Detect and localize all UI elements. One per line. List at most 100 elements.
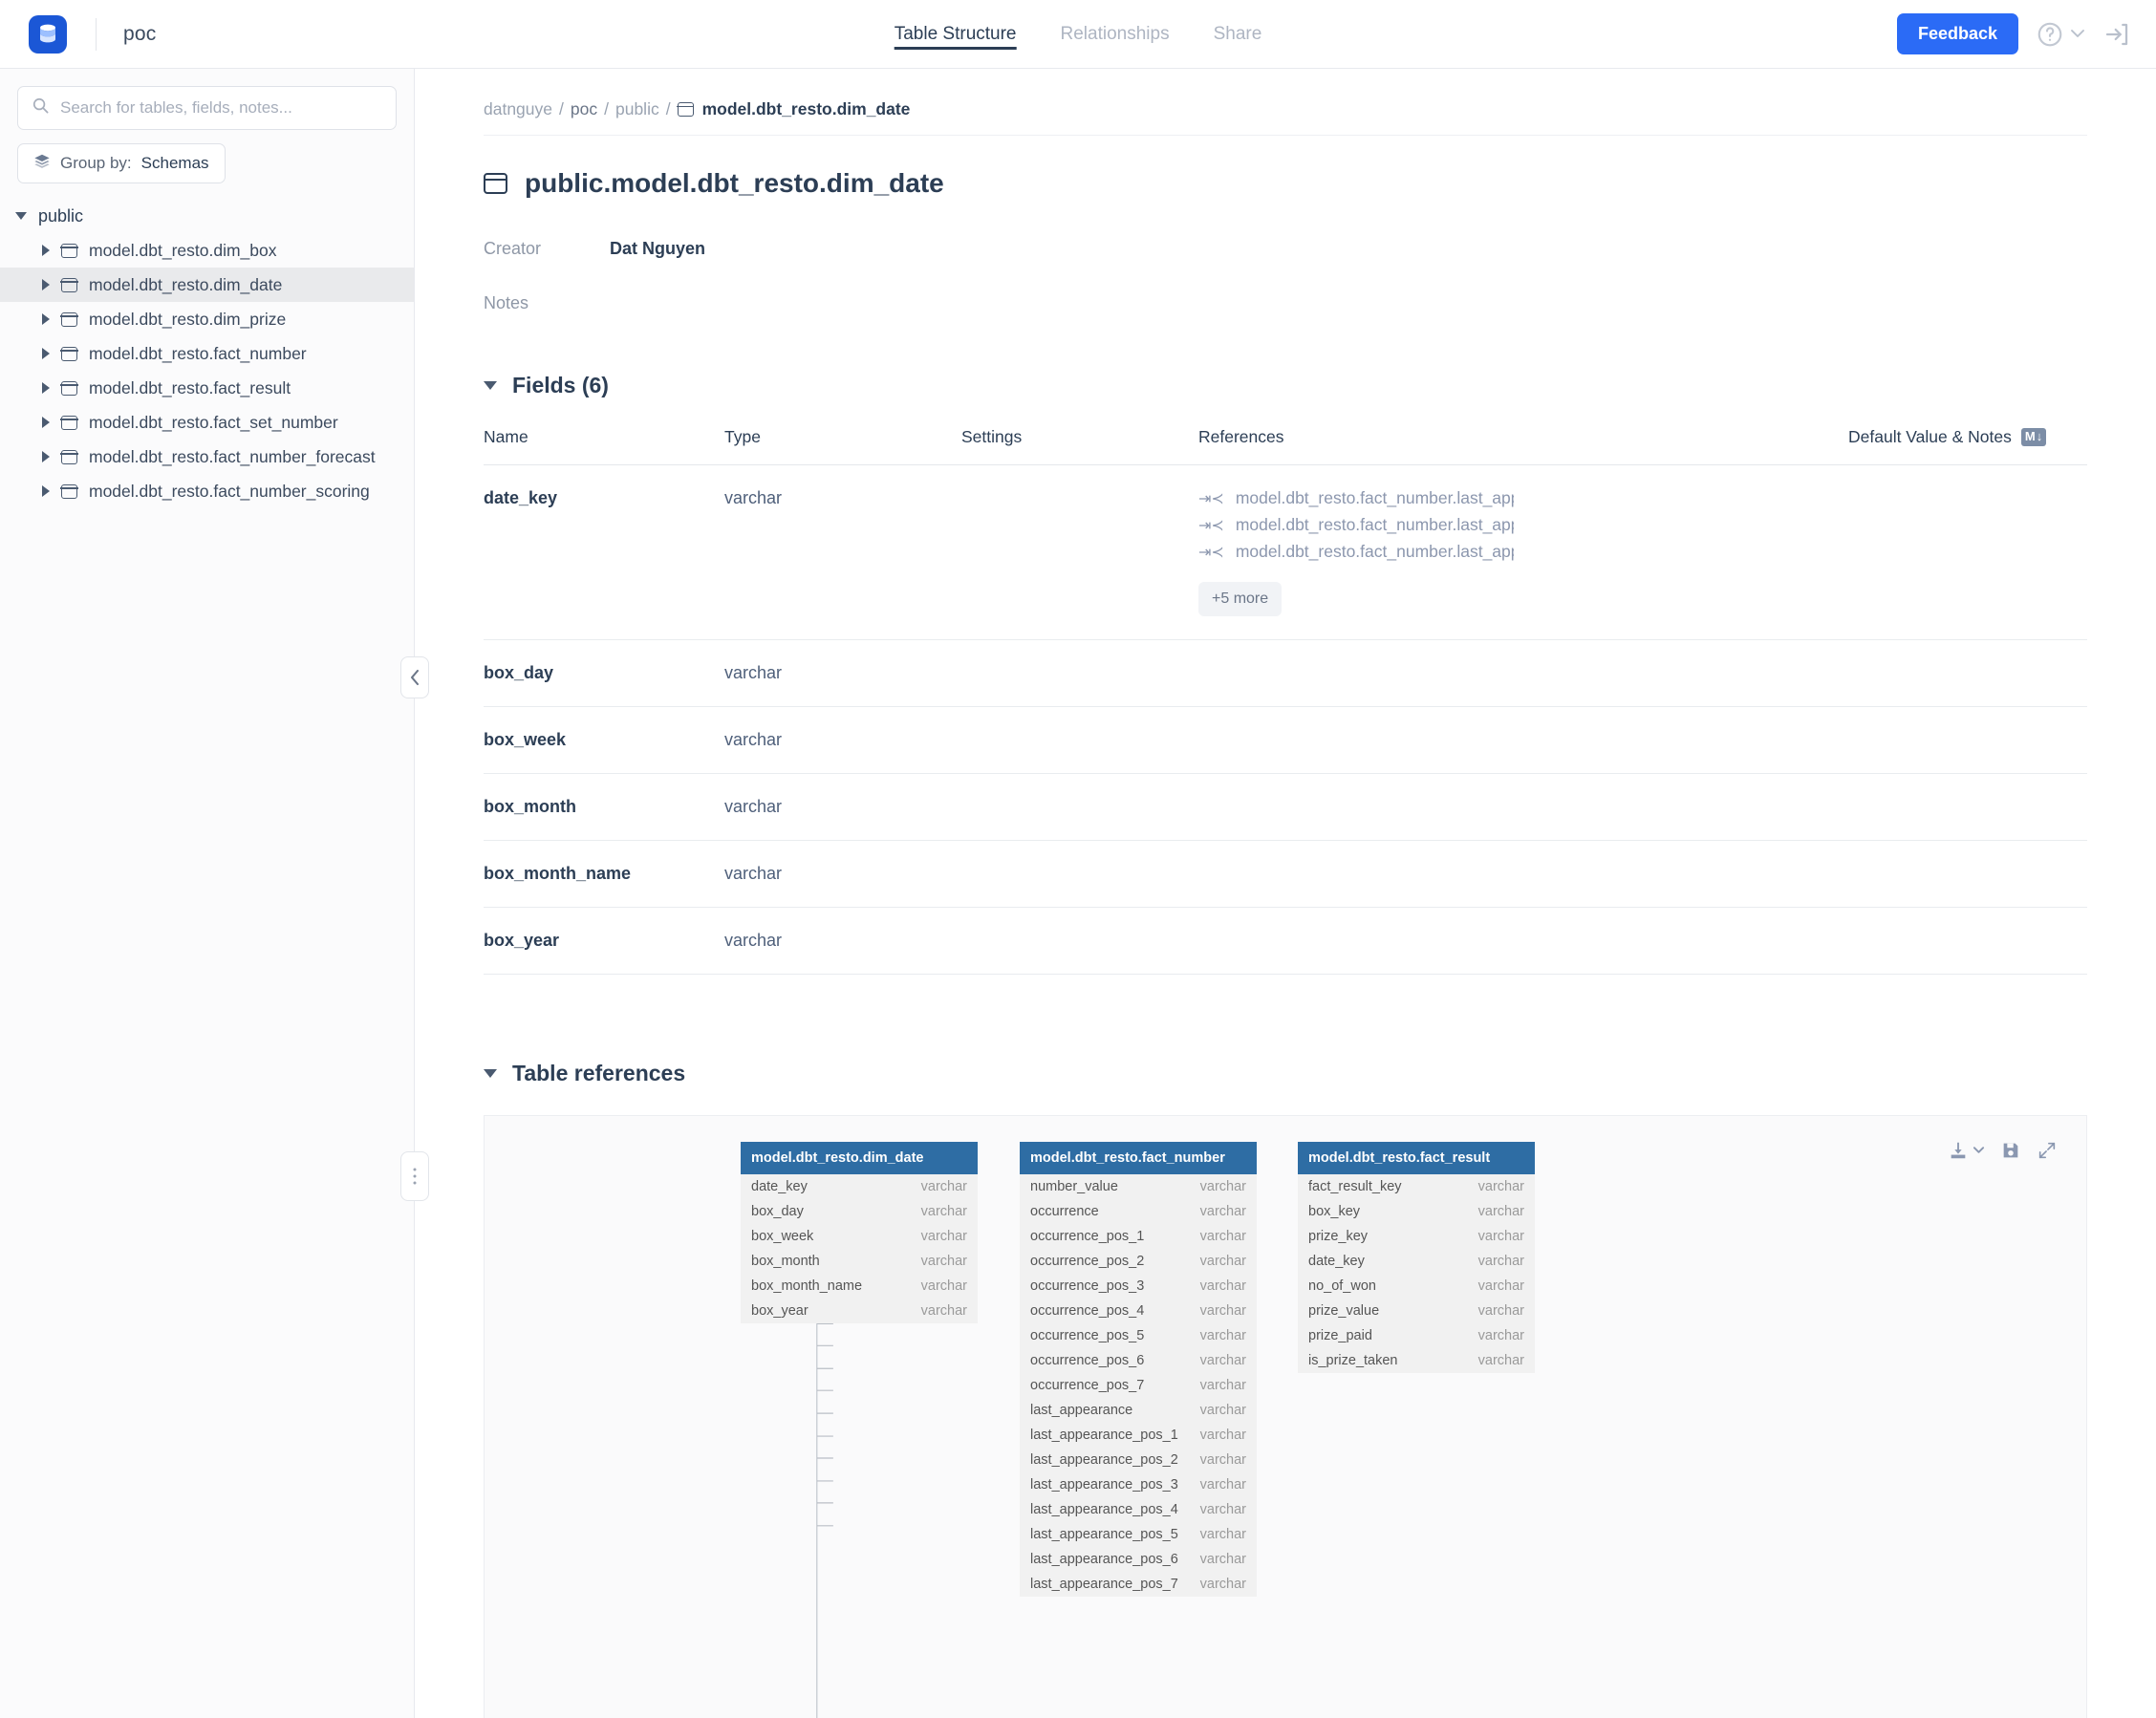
database-icon[interactable]	[29, 15, 67, 54]
reference-label: model.dbt_resto.fact_number.last_appeara…	[1236, 488, 1514, 508]
tree-schema-public[interactable]: public	[0, 199, 414, 233]
erd-field-type: varchar	[1200, 1452, 1246, 1468]
breadcrumb-separator: /	[604, 99, 609, 119]
erd-field-type: varchar	[921, 1229, 967, 1244]
erd-field-name: box_month_name	[751, 1278, 862, 1294]
sidebar-item-dim-prize[interactable]: model.dbt_resto.dim_prize	[0, 302, 414, 336]
erd-field-name: is_prize_taken	[1308, 1353, 1398, 1368]
table-row[interactable]: date_key varchar ⇥≺ model.dbt_resto.fact…	[484, 465, 2087, 640]
erd-field: occurrencevarchar	[1020, 1199, 1257, 1224]
breadcrumb-table: model.dbt_resto.dim_date	[678, 99, 911, 119]
erd-table-dim-date[interactable]: model.dbt_resto.dim_date date_keyvarchar…	[741, 1142, 978, 1323]
reference-link[interactable]: ⇥≺ model.dbt_resto.fact_number.last_appe…	[1198, 488, 1514, 508]
table-icon	[61, 312, 77, 327]
caret-right-icon[interactable]	[42, 485, 50, 497]
table-row[interactable]: box_year varchar	[484, 908, 2087, 975]
sidebar-item-fact-number[interactable]: model.dbt_resto.fact_number	[0, 336, 414, 371]
reference-link[interactable]: ⇥≺ model.dbt_resto.fact_number.last_appe…	[1198, 542, 1514, 562]
table-icon	[678, 102, 694, 117]
erd-diagram[interactable]: model.dbt_resto.dim_date date_keyvarchar…	[484, 1115, 2087, 1718]
sidebar-drag-handle[interactable]	[400, 1151, 429, 1201]
erd-field-name: no_of_won	[1308, 1278, 1376, 1294]
breadcrumb-separator: /	[559, 99, 564, 119]
field-type: varchar	[724, 730, 961, 750]
caret-right-icon[interactable]	[42, 417, 50, 428]
tab-relationships[interactable]: Relationships	[1061, 0, 1170, 69]
sidebar-item-fact-number-scoring[interactable]: model.dbt_resto.fact_number_scoring	[0, 474, 414, 508]
caret-right-icon[interactable]	[42, 279, 50, 290]
breadcrumb-project[interactable]: poc	[571, 99, 597, 119]
search-input[interactable]	[60, 98, 382, 118]
field-type: varchar	[724, 488, 961, 508]
table-row[interactable]: box_week varchar	[484, 707, 2087, 774]
save-icon[interactable]	[2000, 1140, 2021, 1161]
field-name: box_month_name	[484, 864, 724, 884]
page-title-text: public.model.dbt_resto.dim_date	[525, 168, 944, 199]
erd-table-fact-result[interactable]: model.dbt_resto.fact_result fact_result_…	[1298, 1142, 1535, 1373]
search-box[interactable]	[17, 86, 397, 130]
sidebar-item-dim-date[interactable]: model.dbt_resto.dim_date	[0, 268, 414, 302]
erd-field-name: box_week	[751, 1229, 813, 1244]
table-row[interactable]: box_month varchar	[484, 774, 2087, 841]
column-header-type: Type	[724, 427, 961, 447]
sidebar-item-fact-set-number[interactable]: model.dbt_resto.fact_set_number	[0, 405, 414, 440]
sidebar-item-fact-number-forecast[interactable]: model.dbt_resto.fact_number_forecast	[0, 440, 414, 474]
expand-icon[interactable]	[2037, 1140, 2058, 1161]
erd-table-title: model.dbt_resto.dim_date	[741, 1142, 978, 1174]
erd-field-type: varchar	[1478, 1303, 1524, 1319]
field-type: varchar	[724, 663, 961, 683]
erd-field-name: last_appearance_pos_6	[1030, 1552, 1178, 1567]
help-button[interactable]	[2036, 20, 2085, 49]
tab-table-structure[interactable]: Table Structure	[895, 0, 1017, 69]
sign-in-icon[interactable]	[2102, 20, 2131, 49]
erd-field-type: varchar	[1200, 1502, 1246, 1517]
markdown-down-icon[interactable]: M↓	[2021, 428, 2046, 445]
table-row[interactable]: box_month_name varchar	[484, 841, 2087, 908]
erd-field-name: box_month	[751, 1254, 820, 1269]
table-references-header[interactable]: Table references	[415, 1061, 2156, 1086]
down-arrow-glyph: ↓	[2037, 430, 2043, 443]
breadcrumb-separator: /	[666, 99, 671, 119]
erd-table-fact-number[interactable]: model.dbt_resto.fact_number number_value…	[1020, 1142, 1257, 1597]
download-icon[interactable]	[1948, 1140, 1985, 1161]
group-by-button[interactable]: Group by: Schemas	[17, 143, 226, 183]
erd-field-name: box_day	[751, 1204, 804, 1219]
table-references-title: Table references	[512, 1061, 685, 1086]
caret-right-icon[interactable]	[42, 348, 50, 359]
erd-field: occurrence_pos_6varchar	[1020, 1348, 1257, 1373]
erd-field: number_valuevarchar	[1020, 1174, 1257, 1199]
column-header-references: References	[1198, 427, 1848, 447]
breadcrumb-owner[interactable]: datnguye	[484, 99, 552, 119]
erd-field-type: varchar	[1478, 1179, 1524, 1194]
reference-label: model.dbt_resto.fact_number.last_appeara…	[1236, 515, 1514, 535]
erd-field-type: varchar	[921, 1179, 967, 1194]
erd-field-name: occurrence_pos_7	[1030, 1378, 1144, 1393]
tab-share[interactable]: Share	[1214, 0, 1262, 69]
erd-field-name: last_appearance_pos_1	[1030, 1428, 1178, 1443]
caret-right-icon[interactable]	[42, 245, 50, 256]
erd-field: is_prize_takenvarchar	[1298, 1348, 1535, 1373]
field-references: ⇥≺ model.dbt_resto.fact_number.last_appe…	[1198, 488, 1848, 616]
caret-down-icon	[15, 212, 27, 220]
caret-down-icon[interactable]	[484, 1069, 497, 1078]
erd-field: box_week varchar	[741, 1224, 978, 1249]
creator-value: Dat Nguyen	[610, 239, 705, 259]
sidebar-item-label: model.dbt_resto.fact_number_forecast	[89, 447, 376, 467]
sidebar-item-dim-box[interactable]: model.dbt_resto.dim_box	[0, 233, 414, 268]
caret-right-icon[interactable]	[42, 313, 50, 325]
sidebar-item-fact-result[interactable]: model.dbt_resto.fact_result	[0, 371, 414, 405]
erd-field-type: varchar	[1200, 1278, 1246, 1294]
more-references-button[interactable]: +5 more	[1198, 582, 1282, 616]
feedback-button[interactable]: Feedback	[1897, 13, 2018, 54]
breadcrumb-schema[interactable]: public	[615, 99, 659, 119]
table-row[interactable]: box_day varchar	[484, 640, 2087, 707]
column-header-default: Default Value & Notes M↓	[1848, 427, 2087, 447]
caret-down-icon[interactable]	[484, 381, 497, 390]
erd-table-fields: fact_result_keyvarchar box_keyvarchar pr…	[1298, 1174, 1535, 1373]
sidebar-collapse-button[interactable]	[400, 656, 429, 698]
caret-right-icon[interactable]	[42, 382, 50, 394]
caret-right-icon[interactable]	[42, 451, 50, 462]
fields-table-header: Name Type Settings References Default Va…	[484, 427, 2087, 465]
fields-section-header[interactable]: Fields (6)	[415, 373, 2156, 398]
reference-link[interactable]: ⇥≺ model.dbt_resto.fact_number.last_appe…	[1198, 515, 1514, 535]
